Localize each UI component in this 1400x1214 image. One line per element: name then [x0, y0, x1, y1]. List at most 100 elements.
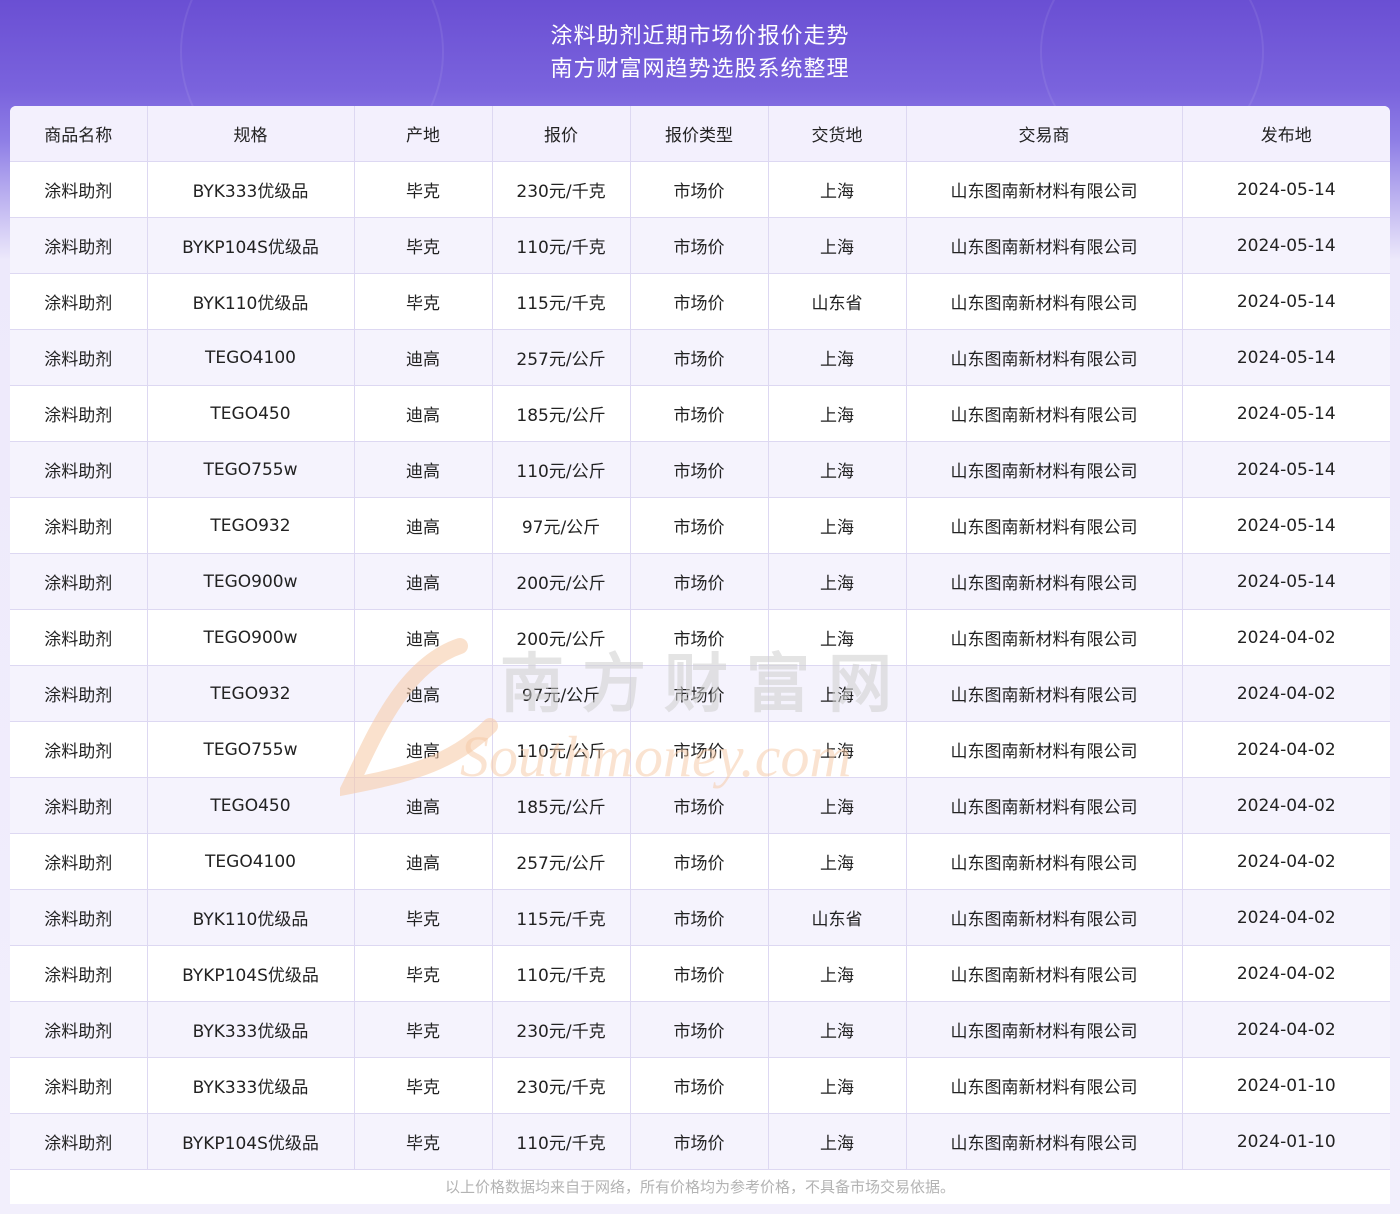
cell-spec: TEGO900w	[147, 553, 355, 610]
price-table-panel: 商品名称 规格 产地 报价 报价类型 交货地 交易商 发布地 涂料助剂 BYK33…	[10, 106, 1390, 1204]
cell-delivery: 上海	[768, 1057, 907, 1114]
page-header: 涂料助剂近期市场价报价走势 南方财富网趋势选股系统整理	[0, 0, 1400, 184]
table-row: 涂料助剂 TEGO4100 迪高 257元/公斤 市场价 上海 山东图南新材料有限公司 202…	[10, 329, 1390, 386]
cell-delivery: 上海	[768, 1001, 907, 1058]
cell-trader: 山东图南新材料有限公司	[906, 945, 1183, 1002]
cell-delivery: 上海	[768, 217, 907, 274]
cell-trader: 山东图南新材料有限公司	[906, 385, 1183, 442]
cell-price-type: 市场价	[630, 441, 769, 498]
table-row: 涂料助剂 TEGO932 迪高 97元/公斤 市场价 上海 山东图南新材料有限公司 2024-…	[10, 665, 1390, 722]
cell-spec: BYK333优级品	[147, 1057, 355, 1114]
cell-product: 涂料助剂	[10, 777, 148, 834]
cell-spec: TEGO932	[147, 497, 355, 554]
page-subtitle: 南方财富网趋势选股系统整理	[550, 57, 850, 82]
cell-price-type: 市场价	[630, 945, 769, 1002]
cell-price: 97元/公斤	[492, 497, 631, 554]
table-row: 涂料助剂 BYKP104S优级品 毕克 110元/千克 市场价 上海 山东图南新材料有限公司…	[10, 1113, 1390, 1170]
cell-product: 涂料助剂	[10, 609, 148, 666]
cell-trader: 山东图南新材料有限公司	[906, 1001, 1183, 1058]
cell-price-type: 市场价	[630, 721, 769, 778]
cell-date: 2024-05-14	[1182, 329, 1390, 386]
table-row: 涂料助剂 TEGO900w 迪高 200元/公斤 市场价 上海 山东图南新材料有限公司 202…	[10, 609, 1390, 666]
cell-trader: 山东图南新材料有限公司	[906, 553, 1183, 610]
cell-price-type: 市场价	[630, 777, 769, 834]
cell-spec: BYK333优级品	[147, 161, 355, 218]
table-row: 涂料助剂 TEGO450 迪高 185元/公斤 市场价 上海 山东图南新材料有限公司 2024…	[10, 777, 1390, 834]
cell-product: 涂料助剂	[10, 1001, 148, 1058]
cell-delivery: 上海	[768, 161, 907, 218]
cell-trader: 山东图南新材料有限公司	[906, 273, 1183, 330]
cell-price: 185元/公斤	[492, 385, 631, 442]
cell-spec: TEGO4100	[147, 329, 355, 386]
column-header-product: 商品名称	[10, 106, 148, 162]
cell-spec: TEGO450	[147, 385, 355, 442]
cell-price-type: 市场价	[630, 665, 769, 722]
cell-date: 2024-05-14	[1182, 441, 1390, 498]
column-header-price: 报价	[492, 106, 631, 162]
cell-product: 涂料助剂	[10, 665, 148, 722]
cell-origin: 毕克	[354, 273, 493, 330]
cell-product: 涂料助剂	[10, 721, 148, 778]
cell-date: 2024-04-02	[1182, 945, 1390, 1002]
cell-price-type: 市场价	[630, 273, 769, 330]
cell-trader: 山东图南新材料有限公司	[906, 329, 1183, 386]
cell-origin: 迪高	[354, 441, 493, 498]
cell-origin: 毕克	[354, 1001, 493, 1058]
table-row: 涂料助剂 TEGO4100 迪高 257元/公斤 市场价 上海 山东图南新材料有限公司 202…	[10, 833, 1390, 890]
cell-trader: 山东图南新材料有限公司	[906, 1057, 1183, 1114]
cell-date: 2024-05-14	[1182, 497, 1390, 554]
cell-delivery: 山东省	[768, 273, 907, 330]
cell-origin: 迪高	[354, 721, 493, 778]
cell-spec: BYK110优级品	[147, 889, 355, 946]
cell-origin: 毕克	[354, 217, 493, 274]
cell-price: 257元/公斤	[492, 329, 631, 386]
cell-delivery: 上海	[768, 945, 907, 1002]
cell-price-type: 市场价	[630, 889, 769, 946]
cell-origin: 迪高	[354, 833, 493, 890]
column-header-origin: 产地	[354, 106, 493, 162]
cell-price: 110元/千克	[492, 217, 631, 274]
cell-date: 2024-04-02	[1182, 665, 1390, 722]
cell-price-type: 市场价	[630, 217, 769, 274]
cell-delivery: 山东省	[768, 889, 907, 946]
cell-origin: 迪高	[354, 497, 493, 554]
cell-origin: 毕克	[354, 1057, 493, 1114]
cell-price: 110元/公斤	[492, 721, 631, 778]
table-row: 涂料助剂 BYK333优级品 毕克 230元/千克 市场价 上海 山东图南新材料有限公司 20…	[10, 1001, 1390, 1058]
cell-date: 2024-04-02	[1182, 889, 1390, 946]
cell-date: 2024-05-14	[1182, 385, 1390, 442]
cell-origin: 迪高	[354, 609, 493, 666]
cell-spec: TEGO450	[147, 777, 355, 834]
cell-price-type: 市场价	[630, 1057, 769, 1114]
table-row: 涂料助剂 TEGO932 迪高 97元/公斤 市场价 上海 山东图南新材料有限公司 2024-…	[10, 497, 1390, 554]
cell-trader: 山东图南新材料有限公司	[906, 721, 1183, 778]
cell-delivery: 上海	[768, 553, 907, 610]
table-row: 涂料助剂 TEGO450 迪高 185元/公斤 市场价 上海 山东图南新材料有限公司 2024…	[10, 385, 1390, 442]
page-title: 涂料助剂近期市场价报价走势	[550, 24, 850, 49]
cell-price: 185元/公斤	[492, 777, 631, 834]
cell-origin: 迪高	[354, 329, 493, 386]
cell-origin: 迪高	[354, 553, 493, 610]
cell-delivery: 上海	[768, 777, 907, 834]
cell-product: 涂料助剂	[10, 273, 148, 330]
cell-product: 涂料助剂	[10, 385, 148, 442]
cell-price-type: 市场价	[630, 1001, 769, 1058]
cell-origin: 迪高	[354, 385, 493, 442]
cell-trader: 山东图南新材料有限公司	[906, 665, 1183, 722]
cell-delivery: 上海	[768, 497, 907, 554]
cell-delivery: 上海	[768, 721, 907, 778]
cell-price: 110元/千克	[492, 945, 631, 1002]
cell-date: 2024-04-02	[1182, 833, 1390, 890]
table-row: 涂料助剂 BYK333优级品 毕克 230元/千克 市场价 上海 山东图南新材料有限公司 20…	[10, 1057, 1390, 1114]
cell-date: 2024-05-14	[1182, 273, 1390, 330]
cell-price: 230元/千克	[492, 1001, 631, 1058]
cell-product: 涂料助剂	[10, 833, 148, 890]
table-row: 涂料助剂 BYK110优级品 毕克 115元/千克 市场价 山东省 山东图南新材料有限公司 2…	[10, 889, 1390, 946]
cell-trader: 山东图南新材料有限公司	[906, 833, 1183, 890]
cell-product: 涂料助剂	[10, 1057, 148, 1114]
cell-delivery: 上海	[768, 609, 907, 666]
cell-date: 2024-05-14	[1182, 217, 1390, 274]
cell-trader: 山东图南新材料有限公司	[906, 609, 1183, 666]
cell-price-type: 市场价	[630, 329, 769, 386]
cell-product: 涂料助剂	[10, 945, 148, 1002]
